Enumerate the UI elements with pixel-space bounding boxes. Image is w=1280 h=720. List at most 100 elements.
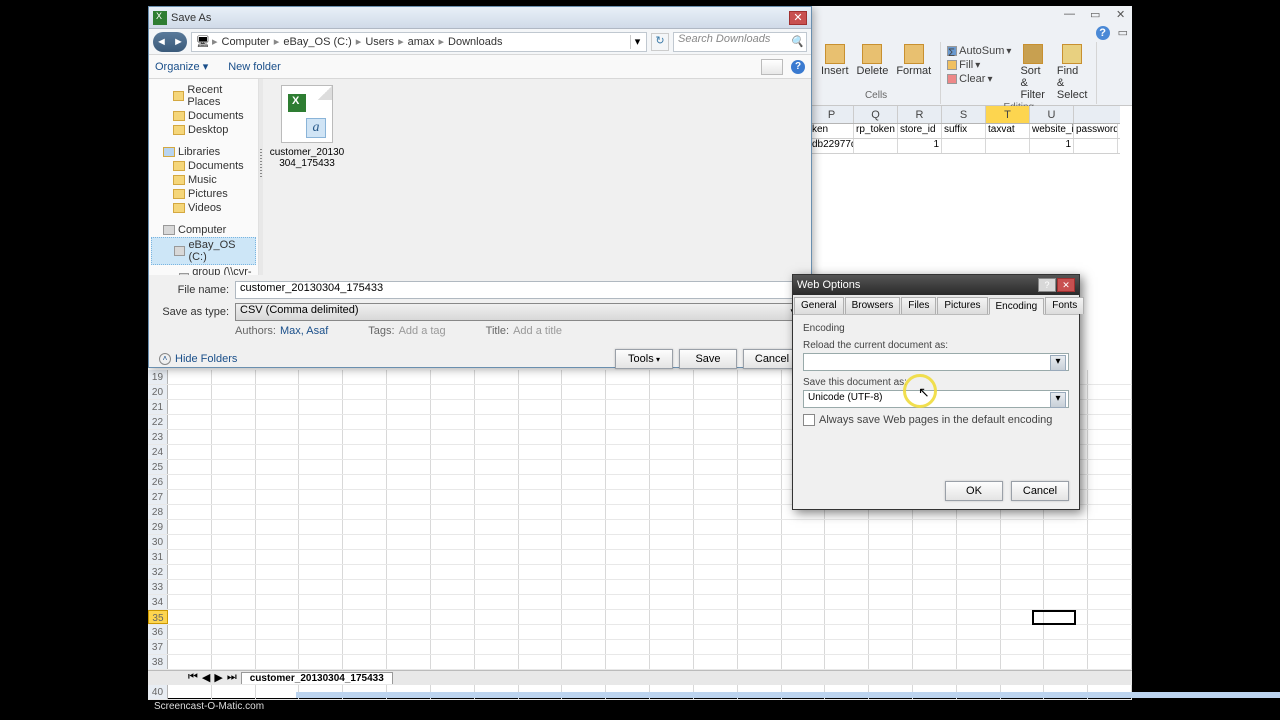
grid-cell[interactable] (343, 445, 387, 459)
grid-cell[interactable] (168, 460, 212, 474)
data-cell[interactable] (854, 139, 898, 153)
grid-cell[interactable] (299, 505, 343, 519)
grid-cell[interactable] (299, 430, 343, 444)
file-name-input[interactable]: customer_20130304_175433 (235, 281, 801, 299)
grid-cell[interactable] (519, 655, 563, 669)
grid-cell[interactable] (212, 400, 256, 414)
grid-cell[interactable] (1001, 565, 1045, 579)
grid-cell[interactable] (606, 400, 650, 414)
tags-value[interactable]: Add a tag (399, 325, 446, 337)
grid-cell[interactable] (168, 385, 212, 399)
grid-cell[interactable] (869, 640, 913, 654)
tree-splitter[interactable] (259, 79, 263, 275)
grid-cell[interactable] (606, 610, 650, 624)
grid-cell[interactable] (957, 535, 1001, 549)
breadcrumb-item[interactable]: Computer (220, 36, 272, 48)
grid-cell[interactable] (1088, 520, 1132, 534)
grid-cell[interactable] (1088, 415, 1132, 429)
grid-cell[interactable] (957, 655, 1001, 669)
grid-cell[interactable] (869, 535, 913, 549)
grid-cell[interactable] (825, 640, 869, 654)
grid-cell[interactable] (256, 415, 300, 429)
grid-cell[interactable] (1088, 430, 1132, 444)
grid-cell[interactable] (562, 550, 606, 564)
grid-cell[interactable] (738, 400, 782, 414)
row-header[interactable]: 38 (148, 655, 168, 669)
grid-cell[interactable] (212, 460, 256, 474)
tab-nav-next-icon[interactable]: ▶ (214, 671, 222, 684)
grid-cell[interactable] (1088, 370, 1132, 384)
grid-cell[interactable] (256, 535, 300, 549)
grid-cell[interactable] (343, 430, 387, 444)
grid-cell[interactable] (1001, 595, 1045, 609)
grid-cell[interactable] (519, 385, 563, 399)
grid-cell[interactable] (694, 490, 738, 504)
grid-cell[interactable] (782, 595, 826, 609)
grid-cell[interactable] (299, 610, 343, 624)
grid-cell[interactable] (212, 640, 256, 654)
row-header[interactable]: 37 (148, 640, 168, 654)
grid-cell[interactable] (168, 640, 212, 654)
grid-cell[interactable] (431, 445, 475, 459)
grid-cell[interactable] (562, 415, 606, 429)
grid-cell[interactable] (957, 550, 1001, 564)
grid-cell[interactable] (1088, 640, 1132, 654)
grid-cell[interactable] (869, 565, 913, 579)
grid-cell[interactable] (606, 505, 650, 519)
grid-cell[interactable] (738, 610, 782, 624)
grid-cell[interactable] (431, 655, 475, 669)
col-header[interactable]: P (810, 106, 854, 123)
grid-cell[interactable] (299, 475, 343, 489)
grid-cell[interactable] (562, 490, 606, 504)
col-header-selected[interactable]: T (986, 106, 1030, 123)
grid-cell[interactable] (562, 655, 606, 669)
grid-cell[interactable] (256, 595, 300, 609)
grid-cell[interactable] (299, 490, 343, 504)
grid-cell[interactable] (913, 595, 957, 609)
tree-item[interactable]: group (\\cvr-ent (151, 265, 256, 275)
breadcrumb-item[interactable]: Users (363, 36, 396, 48)
grid-cell[interactable] (650, 580, 694, 594)
grid-cell[interactable] (1088, 385, 1132, 399)
row-header[interactable]: 40 (148, 685, 168, 699)
grid-cell[interactable] (738, 655, 782, 669)
grid-cell[interactable] (343, 535, 387, 549)
grid-cell[interactable] (299, 535, 343, 549)
grid-cell[interactable] (256, 640, 300, 654)
grid-cell[interactable] (957, 595, 1001, 609)
grid-cell[interactable] (1044, 640, 1088, 654)
grid-cell[interactable] (168, 625, 212, 639)
grid-cell[interactable] (475, 415, 519, 429)
grid-cell[interactable] (475, 385, 519, 399)
grid-cell[interactable] (650, 430, 694, 444)
grid-cell[interactable] (387, 625, 431, 639)
grid-cell[interactable] (387, 430, 431, 444)
grid-cell[interactable] (1088, 655, 1132, 669)
grid-cell[interactable] (299, 595, 343, 609)
grid-cell[interactable] (738, 505, 782, 519)
grid-cell[interactable] (387, 385, 431, 399)
grid-cell[interactable] (387, 460, 431, 474)
tab-pictures[interactable]: Pictures (937, 297, 987, 314)
grid-cell[interactable] (387, 535, 431, 549)
grid-cell[interactable] (913, 550, 957, 564)
header-cell[interactable]: suffix (942, 124, 986, 138)
grid-cell[interactable] (1001, 625, 1045, 639)
grid-cell[interactable] (212, 580, 256, 594)
grid-cell[interactable] (387, 475, 431, 489)
grid-cell[interactable] (1044, 625, 1088, 639)
grid-cell[interactable] (562, 505, 606, 519)
grid-cell[interactable] (387, 565, 431, 579)
hide-folders-button[interactable]: ˄ Hide Folders (159, 353, 237, 365)
grid-cell[interactable] (299, 625, 343, 639)
grid-cell[interactable] (519, 625, 563, 639)
grid-cell[interactable] (475, 475, 519, 489)
organize-button[interactable]: Organize ▾ (155, 60, 208, 73)
header-cell[interactable]: password_add (1074, 124, 1118, 138)
grid-cell[interactable] (212, 415, 256, 429)
grid-cell[interactable] (168, 415, 212, 429)
grid-cell[interactable] (606, 595, 650, 609)
grid-cell[interactable] (519, 550, 563, 564)
col-header[interactable]: U (1030, 106, 1074, 123)
grid-cell[interactable] (212, 565, 256, 579)
